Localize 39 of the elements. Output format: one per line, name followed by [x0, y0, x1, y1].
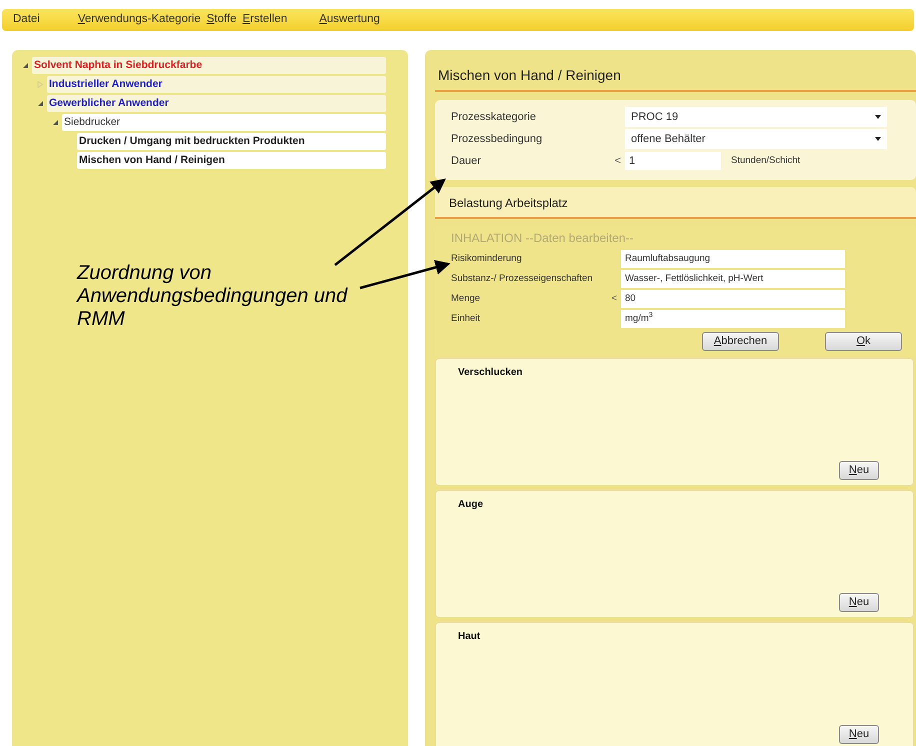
menu-item[interactable]: Stoffe — [206, 11, 236, 29]
less-than-sign: < — [614, 154, 622, 169]
menu-item[interactable]: Verwendungs-Kategorie — [78, 11, 201, 29]
field-label: Prozesskategorie — [451, 110, 537, 125]
field-label: Risikominderung — [451, 252, 523, 266]
field-label: Prozessbedingung — [451, 132, 544, 147]
field-label: Substanz-/ Prozesseigenschaften — [451, 272, 594, 286]
dropdown[interactable]: offene Behälter — [625, 129, 887, 149]
tree-item[interactable]: Industrieller Anwender — [47, 76, 386, 93]
menu-item[interactable]: Datei — [13, 11, 40, 29]
dropdown-arrow-icon — [875, 115, 881, 119]
button[interactable]: Neu — [839, 593, 879, 612]
expanded-triangle-icon[interactable] — [22, 62, 28, 69]
section-heading: Belastung Arbeitsplatz — [449, 196, 568, 210]
expanded-triangle-icon[interactable] — [52, 119, 58, 126]
input-field[interactable]: 1 — [625, 152, 721, 170]
annotation-text: Zuordnung von Anwendungsbedingungen und RMM — [77, 262, 349, 331]
inhalation-title: INHALATION --Daten bearbeiten-- — [451, 230, 635, 247]
field-label: Menge — [451, 292, 482, 306]
tree-item[interactable]: Solvent Naphta in Siebdruckfarbe — [32, 57, 386, 74]
tree-item[interactable]: Drucken / Umgang mit bedruckten Produkten — [77, 133, 386, 150]
field-label: Dauer — [451, 154, 482, 169]
menu-item[interactable]: Erstellen — [242, 11, 288, 29]
expanded-triangle-icon[interactable] — [36, 100, 44, 107]
tree-item[interactable]: Gewerblicher Anwender — [47, 95, 386, 112]
detail-title: Mischen von Hand / Reinigen — [437, 67, 621, 83]
dropdown-arrow-icon — [875, 137, 881, 141]
menu-item[interactable]: Auswertung — [319, 11, 380, 29]
dropdown[interactable]: PROC 19 — [625, 107, 887, 127]
tree-item[interactable]: Siebdrucker — [62, 114, 386, 131]
button[interactable]: Neu — [839, 725, 879, 744]
field-label: Einheit — [451, 312, 482, 326]
section-title: Haut — [458, 630, 482, 644]
button[interactable]: Neu — [839, 461, 879, 480]
section-title: Auge — [458, 498, 484, 512]
less-than-sign: < — [610, 292, 618, 306]
tree-item[interactable]: Mischen von Hand / Reinigen — [77, 152, 386, 169]
section-title: Verschlucken — [458, 366, 524, 380]
unit-label: Stunden/Schicht — [731, 154, 800, 168]
